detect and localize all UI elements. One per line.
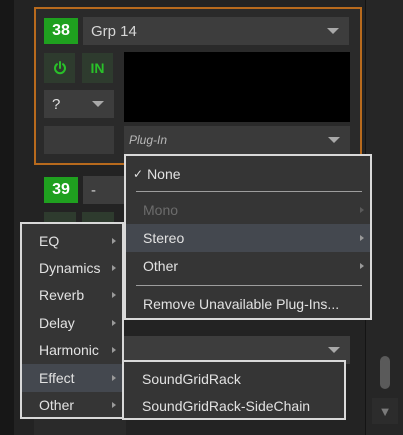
menu-separator [136,285,362,286]
menu-separator [136,191,362,192]
submenu-arrow-icon [360,263,364,269]
submenu-arrow-icon [112,238,116,244]
question-dropdown[interactable]: ? [44,90,114,118]
menu-item-eq[interactable]: EQ [22,227,122,255]
menu-item-delay[interactable]: Delay [22,309,122,337]
menu-item-label: SoundGridRack [142,370,241,387]
menu-item-label: Harmonic [39,342,99,358]
chevron-down-icon [92,101,104,107]
menu-item-effect[interactable]: Effect [22,364,122,392]
menu-item-other[interactable]: Other [126,252,370,280]
effect-submenu: SoundGridRack SoundGridRack-SideChain [122,360,346,420]
menu-item-label: Reverb [39,287,85,303]
plugin-dropdown[interactable]: Plug-In [124,126,350,154]
menu-item-other-category[interactable]: Other [22,391,122,419]
menu-item-label: Delay [39,315,75,331]
channel-38-name-dropdown[interactable]: Grp 14 [83,17,349,45]
submenu-arrow-icon [112,265,116,271]
channel-38-slot[interactable] [44,126,114,154]
chevron-down-icon [327,28,339,34]
menu-item-dynamics[interactable]: Dynamics [22,254,122,282]
submenu-arrow-icon [360,235,364,241]
channel-39-name-dropdown[interactable]: - [83,176,127,204]
menu-item-label: Other [39,397,75,413]
menu-item-soundgridrack[interactable]: SoundGridRack [124,365,344,392]
menu-item-label: Dynamics [39,260,101,276]
submenu-arrow-icon [112,292,116,298]
chevron-down-icon [328,347,340,353]
left-gutter [0,0,14,435]
menu-item-label: EQ [39,233,60,249]
category-menu: EQ Dynamics Reverb Delay Harmonic Effect… [20,222,124,419]
channel-39-number: 39 [44,177,78,203]
submenu-arrow-icon [112,375,116,381]
menu-item-stereo[interactable]: Stereo [126,224,370,252]
channel-38-name: Grp 14 [91,22,137,40]
check-icon: ✓ [133,167,144,181]
menu-item-label: Effect [39,370,75,386]
menu-item-mono[interactable]: Mono [126,196,370,224]
menu-item-label: Remove Unavailable Plug-Ins... [143,296,340,312]
menu-item-soundgridrack-sidechain[interactable]: SoundGridRack-SideChain [124,392,344,419]
submenu-arrow-icon [112,402,116,408]
menu-item-remove-unavailable[interactable]: Remove Unavailable Plug-Ins... [126,290,370,318]
triangle-down-icon: ▼ [378,403,392,419]
question-label: ? [52,95,61,113]
scroll-down-button[interactable]: ▼ [372,398,398,424]
plugin-menu: ✓ None Mono Stereo Other Remove Unavaila… [124,154,372,320]
plugin-placeholder: Plug-In [129,133,168,147]
submenu-arrow-icon [360,207,364,213]
menu-item-harmonic[interactable]: Harmonic [22,336,122,364]
menu-item-label: SoundGridRack-SideChain [142,397,311,414]
submenu-arrow-icon [112,347,116,353]
channel-38-number: 38 [44,18,78,44]
power-button[interactable] [44,53,75,83]
menu-item-label: Stereo [143,230,185,246]
channel-39-name: - [91,181,96,199]
input-button[interactable]: IN [82,53,113,83]
power-icon [53,61,66,75]
channel-38-display [124,52,350,122]
menu-item-none[interactable]: ✓ None [126,160,370,188]
menu-item-label: Mono [143,202,179,218]
submenu-arrow-icon [112,320,116,326]
vertical-scrollbar-thumb[interactable] [380,356,390,389]
menu-item-label: None [147,166,181,182]
input-label: IN [90,60,105,76]
menu-item-reverb[interactable]: Reverb [22,281,122,309]
menu-item-label: Other [143,258,179,274]
chevron-down-icon [328,137,340,143]
